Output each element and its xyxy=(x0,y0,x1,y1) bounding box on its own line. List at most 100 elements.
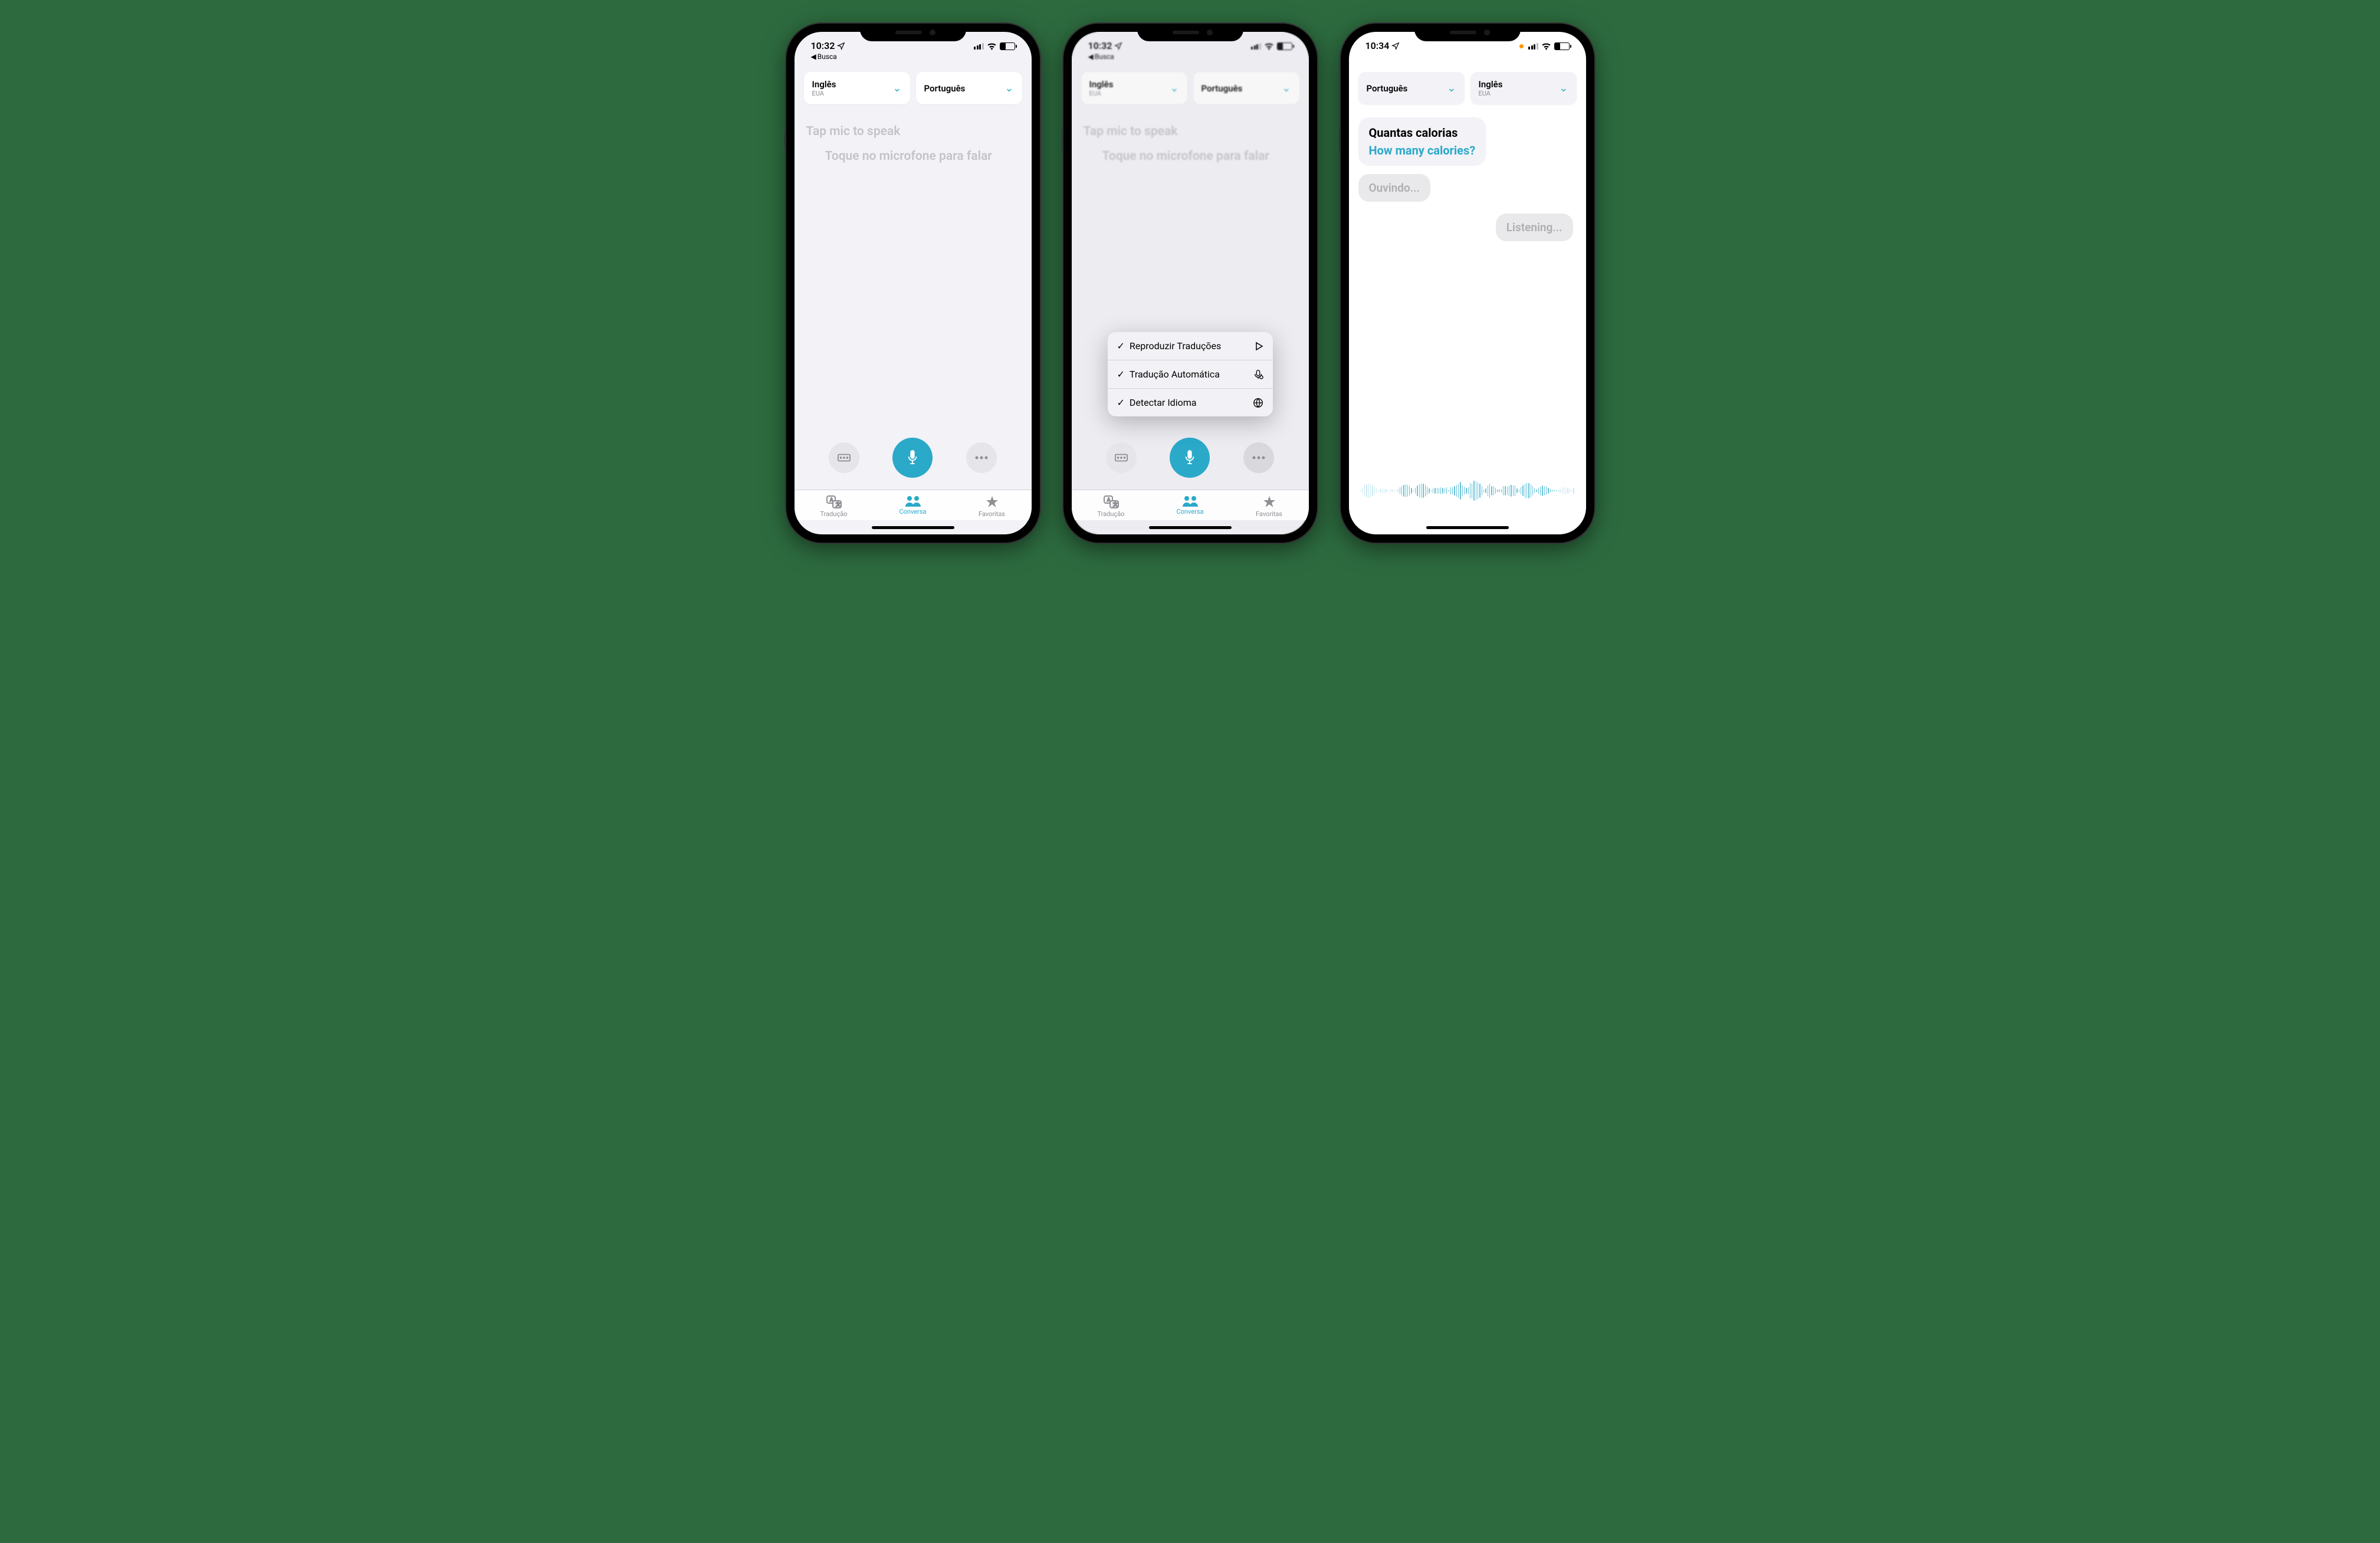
screen: 10:34 Português ⌄ Inglês xyxy=(1349,32,1586,534)
cellular-icon xyxy=(1528,43,1538,50)
recording-indicator-icon xyxy=(1519,44,1524,48)
tab-favorites[interactable]: Favoritas xyxy=(969,495,1016,518)
keyboard-button[interactable] xyxy=(1106,442,1137,473)
star-icon xyxy=(985,495,999,509)
controls-row xyxy=(1072,432,1309,490)
back-to-search[interactable]: ◀ Busca xyxy=(811,52,846,61)
home-indicator[interactable] xyxy=(1072,520,1309,534)
hint-area: Tap mic to speak Toque no microfone para… xyxy=(795,110,1032,178)
screen: 10:32 ◀ Busca Inglês EUA ⌄ xyxy=(795,32,1032,534)
battery-icon xyxy=(1554,42,1570,50)
home-indicator[interactable] xyxy=(1349,520,1586,534)
target-language-selector[interactable]: Inglês EUA ⌄ xyxy=(1470,72,1577,104)
keyboard-button[interactable] xyxy=(829,442,859,473)
notch xyxy=(1414,24,1521,41)
chevron-down-icon: ⌄ xyxy=(1004,82,1013,94)
tab-label: Favoritas xyxy=(1256,510,1282,518)
target-lang-name: Português xyxy=(924,83,966,94)
tab-conversation[interactable]: Conversa xyxy=(1167,495,1214,518)
back-label: Busca xyxy=(818,52,837,61)
people-icon xyxy=(904,495,922,507)
svg-text:A: A xyxy=(1107,497,1111,503)
tab-bar: A文 Tradução Conversa Favoritas xyxy=(795,490,1032,520)
menu-label: Reproduzir Traduções xyxy=(1130,340,1221,352)
language-selector-row: Português ⌄ Inglês EUA ⌄ xyxy=(1349,60,1586,110)
keyboard-icon xyxy=(838,454,851,462)
wifi-icon xyxy=(987,42,997,50)
target-lang-name: Inglês xyxy=(1479,79,1503,90)
notch xyxy=(860,24,966,41)
battery-icon xyxy=(1000,42,1015,50)
status-time: 10:34 xyxy=(1365,40,1390,51)
svg-text:文: 文 xyxy=(836,501,841,507)
tab-label: Favoritas xyxy=(979,510,1005,518)
menu-item-play-translations[interactable]: ✓ Reproduzir Traduções xyxy=(1108,332,1273,360)
tab-translate[interactable]: A文 Tradução xyxy=(810,495,858,518)
tab-label: Conversa xyxy=(900,508,927,516)
target-language-selector[interactable]: Português ⌄ xyxy=(916,72,1022,104)
check-icon: ✓ xyxy=(1117,397,1125,408)
svg-text:A: A xyxy=(830,497,833,503)
phone-frame: 10:32 ◀ Busca Inglês EUA ⌄ xyxy=(786,24,1040,543)
check-icon: ✓ xyxy=(1117,369,1125,380)
svg-text:文: 文 xyxy=(1113,501,1118,507)
audio-waveform xyxy=(1349,473,1586,508)
location-icon xyxy=(837,42,845,50)
language-selector-row: Inglês EUA ⌄ Português ⌄ xyxy=(795,60,1032,110)
more-button[interactable] xyxy=(966,442,997,473)
listening-bubble-right: Listening... xyxy=(1496,214,1573,241)
controls-row xyxy=(795,432,1032,490)
listening-label: Ouvindo... xyxy=(1369,181,1420,195)
hint-primary: Tap mic to speak xyxy=(806,124,1020,139)
translate-icon: A文 xyxy=(1103,495,1120,509)
menu-label: Tradução Automática xyxy=(1130,369,1220,380)
target-lang-sub: EUA xyxy=(1479,90,1503,97)
source-language-selector[interactable]: Português ⌄ xyxy=(1358,72,1465,104)
wifi-icon xyxy=(1541,42,1551,50)
translate-icon: A文 xyxy=(826,495,842,509)
microphone-icon xyxy=(1183,449,1196,467)
phone-frame: 10:32 ◀ Busca Inglês EUA ⌄ xyxy=(1063,24,1317,543)
ellipsis-icon xyxy=(1252,456,1265,459)
location-icon xyxy=(1391,42,1400,50)
chevron-down-icon: ⌄ xyxy=(892,82,901,94)
globe-icon xyxy=(1253,398,1263,408)
microphone-button[interactable] xyxy=(1170,438,1210,478)
target-text: How many calories? xyxy=(1369,143,1476,157)
chevron-down-icon: ⌄ xyxy=(1559,82,1568,94)
tab-label: Tradução xyxy=(1098,510,1125,518)
source-lang-sub: EUA xyxy=(812,90,836,97)
check-icon: ✓ xyxy=(1117,340,1125,352)
source-language-selector[interactable]: Inglês EUA ⌄ xyxy=(804,72,910,104)
star-icon xyxy=(1262,495,1276,509)
menu-item-detect-language[interactable]: ✓ Detectar Idioma xyxy=(1108,389,1273,416)
phone-frame: 10:34 Português ⌄ Inglês xyxy=(1341,24,1594,543)
tab-favorites[interactable]: Favoritas xyxy=(1246,495,1293,518)
source-text: Quantas calorias xyxy=(1369,126,1476,140)
ellipsis-icon xyxy=(975,456,988,459)
tab-label: Tradução xyxy=(820,510,848,518)
tab-bar: A文 Tradução Conversa Favoritas xyxy=(1072,490,1309,520)
source-lang-name: Português xyxy=(1367,83,1408,94)
people-icon xyxy=(1181,495,1199,507)
microphone-icon xyxy=(906,449,919,467)
listening-label: Listening... xyxy=(1506,221,1562,234)
listening-bubble-left: Ouvindo... xyxy=(1358,174,1430,202)
menu-label: Detectar Idioma xyxy=(1130,397,1197,408)
home-indicator[interactable] xyxy=(795,520,1032,534)
microphone-button[interactable] xyxy=(892,438,933,478)
conversation-area: Quantas calorias How many calories? Ouvi… xyxy=(1349,110,1586,247)
hint-secondary: Toque no microfone para falar xyxy=(806,149,1020,163)
status-time: 10:32 xyxy=(811,40,835,51)
notch xyxy=(1137,24,1243,41)
menu-item-auto-translate[interactable]: ✓ Tradução Automática xyxy=(1108,360,1273,389)
tab-translate[interactable]: A文 Tradução xyxy=(1088,495,1135,518)
play-icon xyxy=(1254,342,1263,351)
context-menu: ✓ Reproduzir Traduções ✓ Tradução Automá… xyxy=(1108,332,1273,416)
translation-bubble[interactable]: Quantas calorias How many calories? xyxy=(1358,117,1486,166)
mic-auto-icon xyxy=(1253,369,1263,380)
tab-conversation[interactable]: Conversa xyxy=(889,495,937,518)
back-chevron-icon: ◀ xyxy=(811,52,816,61)
keyboard-icon xyxy=(1115,454,1128,462)
more-button[interactable] xyxy=(1243,442,1274,473)
